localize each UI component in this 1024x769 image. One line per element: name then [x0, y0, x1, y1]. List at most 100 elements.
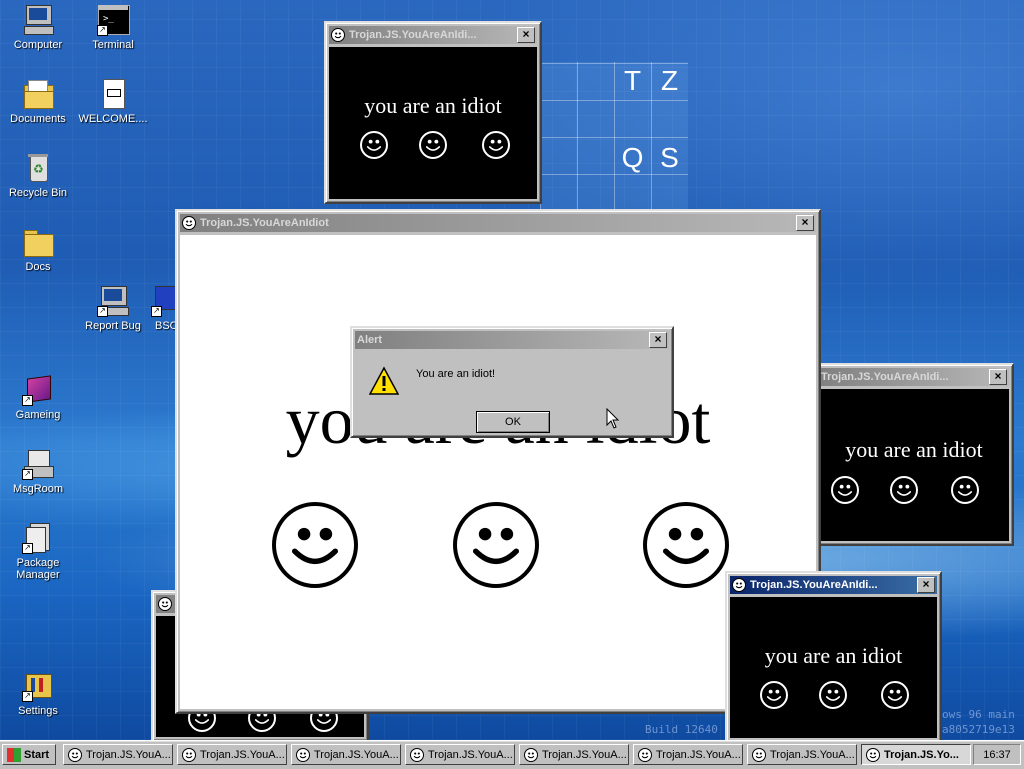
- smiley-icon: [272, 502, 358, 588]
- desktop-icon-label: Documents: [10, 113, 66, 125]
- smiley-icon: [638, 747, 652, 762]
- idiot-text: you are an idiot: [764, 643, 903, 668]
- window-titlebar[interactable]: Trojan.JS.YouAreAnIdiot ×: [180, 214, 816, 232]
- desktop-icon-welcome[interactable]: ■■ WELCOME....: [76, 78, 150, 125]
- smiley-icon: [182, 747, 196, 762]
- smiley-icon: [951, 476, 979, 504]
- tile-grid: T Z Q S: [540, 62, 688, 212]
- desktop-icon-label: Report Bug: [85, 320, 141, 332]
- watermark-build: Build 12640: [645, 723, 718, 736]
- taskbar: Start Trojan.JS.YouA... Trojan.JS.YouA..…: [0, 740, 1024, 769]
- window-content: you are an idiot: [180, 235, 816, 709]
- window-title: Trojan.JS.YouAreAnIdi...: [821, 371, 949, 383]
- smiley-icon: [482, 131, 510, 159]
- terminal-icon: >_ ↗: [97, 4, 130, 36]
- start-logo-icon: [7, 747, 21, 762]
- folder-icon: [22, 226, 54, 258]
- tile-letter: T: [623, 64, 642, 96]
- alert-titlebar[interactable]: Alert ×: [355, 331, 669, 349]
- desktop-icon-label: WELCOME....: [78, 113, 148, 125]
- taskbar-button-label: Trojan.JS.YouA...: [770, 748, 855, 761]
- desktop-icon-label: Recycle Bin: [8, 187, 68, 199]
- desktop-icon-msgroom[interactable]: ↗ MsgRoom: [1, 448, 75, 495]
- start-label: Start: [24, 748, 50, 761]
- smiley-icon: [760, 681, 788, 709]
- window-content: you are an idiot: [329, 47, 537, 199]
- desktop-icon-computer[interactable]: Computer: [1, 4, 75, 51]
- close-button[interactable]: ×: [517, 27, 535, 43]
- desktop-icon-settings[interactable]: ↗ Settings: [1, 670, 75, 717]
- smiley-icon: [752, 747, 766, 762]
- smiley-icon: [296, 747, 310, 762]
- taskbar-button-label: Trojan.JS.YouA...: [200, 748, 285, 761]
- taskbar-button-label: Trojan.JS.YouA...: [314, 748, 399, 761]
- smiley-icon: [410, 747, 424, 762]
- window-title: Trojan.JS.YouAreAnIdiot: [200, 217, 329, 229]
- tile-letter: Z: [660, 64, 679, 96]
- taskbar-button[interactable]: Trojan.JS.YouA...: [633, 744, 743, 765]
- watermark-line2: a8052719e13: [942, 723, 1015, 736]
- window-title: Trojan.JS.YouAreAnIdi...: [750, 579, 878, 591]
- taskbar-button[interactable]: Trojan.JS.YouA...: [747, 744, 857, 765]
- idiot-window-right[interactable]: Trojan.JS.YouAreAnIdi... × you are an id…: [814, 363, 1014, 546]
- computer-icon: ↗: [97, 285, 129, 317]
- smiley-icon: [831, 476, 859, 504]
- window-titlebar[interactable]: Trojan.JS.YouAreAnIdi... ×: [329, 26, 537, 44]
- taskbar-button-label: Trojan.JS.YouA...: [656, 748, 741, 761]
- smiley-icon: [68, 747, 82, 762]
- computer-icon: [22, 4, 54, 36]
- msgroom-icon: ↗: [22, 448, 54, 480]
- ok-button[interactable]: OK: [476, 411, 550, 433]
- taskbar-button[interactable]: Trojan.JS.YouA...: [177, 744, 287, 765]
- watermark-line1: ows 96 main: [942, 708, 1015, 721]
- window-titlebar[interactable]: Trojan.JS.YouAreAnIdi... ×: [730, 576, 937, 594]
- mouse-cursor-icon: [606, 407, 620, 430]
- smiley-icon: [453, 502, 539, 588]
- desktop[interactable]: T Z Q S ows 96 main a8052719e13 Build 12…: [0, 0, 1024, 740]
- close-button[interactable]: ×: [989, 369, 1007, 385]
- game-cube-icon: ↗: [22, 374, 54, 406]
- taskbar-button-label: Trojan.JS.Yo...: [884, 748, 959, 761]
- folder-icon: [22, 78, 54, 110]
- desktop-icon-label: Package Manager: [16, 557, 60, 581]
- smiley-icon: [360, 131, 388, 159]
- taskbar-button[interactable]: Trojan.JS.YouA...: [519, 744, 629, 765]
- smiley-icon: [866, 747, 880, 762]
- idiot-text: you are an idiot: [845, 437, 983, 462]
- desktop-icon-label: Settings: [18, 705, 58, 717]
- taskbar-button[interactable]: Trojan.JS.YouA...: [63, 744, 173, 765]
- taskbar-button[interactable]: Trojan.JS.YouA...: [405, 744, 515, 765]
- taskbar-button[interactable]: Trojan.JS.YouA...: [291, 744, 401, 765]
- desktop-icon-gameing[interactable]: ↗ Gameing: [1, 374, 75, 421]
- desktop-icon-label: Gameing: [15, 409, 61, 421]
- alert-dialog[interactable]: Alert × You are an idiot! OK: [350, 326, 674, 438]
- desktop-icon-label: Terminal: [92, 39, 134, 51]
- smiley-icon: [158, 597, 172, 611]
- settings-icon: ↗: [22, 670, 54, 702]
- desktop-icon-report-bug[interactable]: ↗ Report Bug: [76, 285, 150, 332]
- idiot-window-top[interactable]: Trojan.JS.YouAreAnIdi... × you are an id…: [324, 21, 542, 204]
- close-button[interactable]: ×: [649, 332, 667, 348]
- taskbar-button-active[interactable]: Trojan.JS.Yo...: [861, 744, 971, 765]
- window-content: you are an idiot: [819, 389, 1009, 541]
- idiot-text: you are an idiot: [364, 93, 502, 118]
- desktop-icon-recycle-bin[interactable]: ♻ Recycle Bin: [1, 152, 75, 199]
- start-button[interactable]: Start: [2, 744, 56, 765]
- smiley-icon: [419, 131, 447, 159]
- desktop-icon-label: Docs: [25, 261, 51, 273]
- close-button[interactable]: ×: [917, 577, 935, 593]
- tile-letter: S: [660, 141, 679, 173]
- alert-message: You are an idiot!: [416, 368, 496, 380]
- window-titlebar[interactable]: Trojan.JS.YouAreAnIdi... ×: [819, 368, 1009, 386]
- idiot-window-bottom[interactable]: Trojan.JS.YouAreAnIdi... × you are an id…: [725, 571, 942, 740]
- close-button[interactable]: ×: [796, 215, 814, 231]
- desktop-icon-docs[interactable]: Docs: [1, 226, 75, 273]
- tile-letter: Q: [621, 141, 644, 173]
- smiley-icon: [331, 28, 345, 42]
- taskbar-clock: 16:37: [973, 744, 1021, 765]
- desktop-icon-documents[interactable]: Documents: [1, 78, 75, 125]
- taskbar-button-label: Trojan.JS.YouA...: [86, 748, 171, 761]
- desktop-icon-package-manager[interactable]: ↗ Package Manager: [1, 522, 75, 581]
- desktop-icon-terminal[interactable]: >_ ↗ Terminal: [76, 4, 150, 51]
- smiley-icon: [881, 681, 909, 709]
